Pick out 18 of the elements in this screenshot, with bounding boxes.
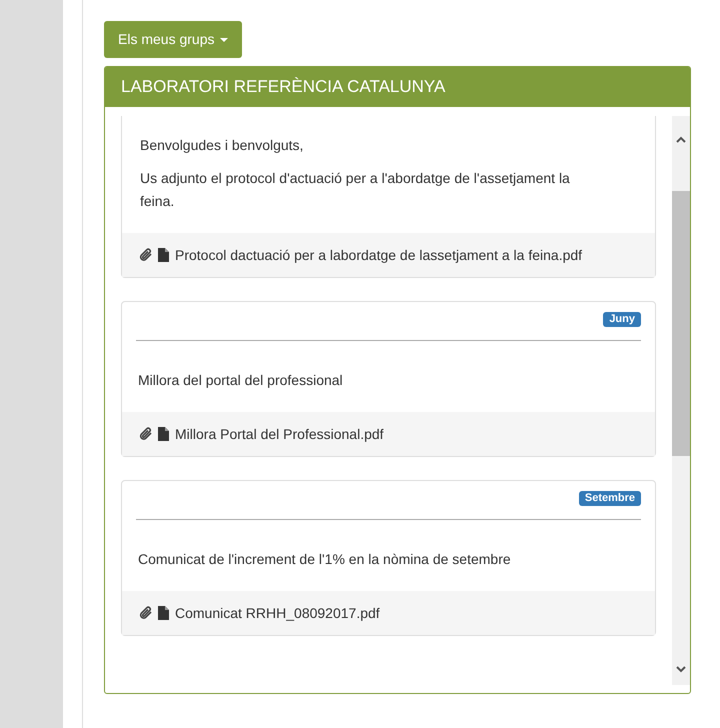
paperclip-icon	[138, 247, 154, 263]
message-text: Benvolgudes i benvolguts,	[139, 136, 304, 155]
scrollbar-thumb[interactable]	[672, 191, 690, 456]
message-text: Millora del portal del professional	[137, 371, 344, 390]
file-icon	[158, 427, 169, 441]
caret-icon	[220, 38, 228, 42]
paperclip-icon	[138, 605, 154, 621]
message-text: Us adjunto el protocol d'actuació per a l'abordatge de l'assetjament la feina.	[139, 169, 571, 211]
scrollbar[interactable]	[672, 116, 690, 685]
attachment-link[interactable]: Millora Portal del Professional.pdf	[175, 424, 384, 444]
file-icon	[158, 248, 169, 262]
paperclip-icon	[138, 426, 154, 442]
panel-title: LABORATORI REFERÈNCIA CATALUNYA	[105, 67, 690, 107]
message-text: Comunicat de l'increment de l'1% en la nòmina de setembre	[137, 550, 512, 569]
file-icon	[158, 606, 169, 620]
attachment-link[interactable]: Comunicat RRHH_08092017.pdf	[175, 602, 380, 624]
month-badge: Juny	[603, 312, 641, 327]
month-badge: Setembre	[578, 491, 641, 506]
